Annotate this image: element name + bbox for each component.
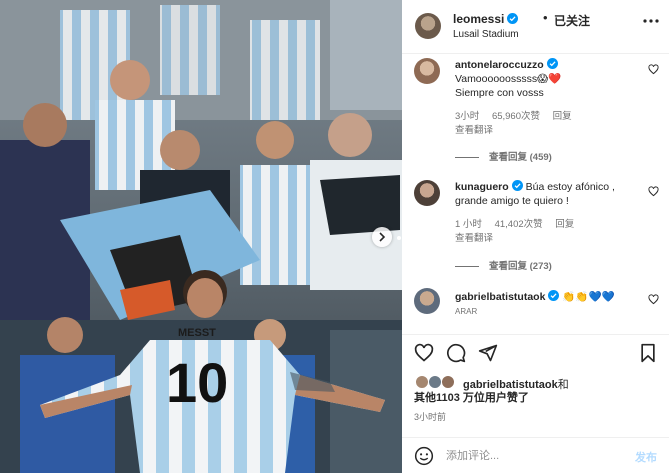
comment-line-1: Vamoooooosssss😱❤️ [455, 73, 562, 85]
comment-text: gabrielbatistutaok 👏👏💙💙 [455, 290, 655, 304]
jersey-name: MESST [178, 327, 216, 339]
comment-meta: 1 小时 41,402次赞 回复 [455, 216, 584, 230]
share-icon[interactable] [478, 343, 498, 363]
comment-username[interactable]: antonelaroccuzzo [455, 59, 544, 71]
emoji-icon[interactable] [414, 446, 434, 466]
comment-likes[interactable]: 65,960次赞 [492, 111, 540, 122]
commenter-avatar[interactable] [414, 288, 440, 314]
comment-line-1: 👏👏💙💙 [562, 291, 615, 303]
heart-icon[interactable] [648, 294, 659, 305]
verified-icon [548, 290, 560, 301]
commenter-avatar[interactable] [414, 180, 440, 206]
comment-line-1: Búa estoy afónico , [525, 181, 615, 193]
view-replies-button[interactable]: 查看回复 (459) [455, 149, 552, 163]
heart-icon[interactable] [648, 64, 659, 75]
stadium-celebration-image: MESST 10 [0, 0, 402, 473]
jersey-number: 10 [166, 351, 228, 414]
following-button[interactable]: 已关注 [554, 12, 590, 29]
comments-list: antonelaroccuzzo Vamoooooosssss😱❤️ Siemp… [402, 54, 669, 327]
heart-icon[interactable] [648, 186, 659, 197]
more-icon[interactable] [643, 18, 659, 24]
comment-likes[interactable]: 41,402次赞 [495, 219, 543, 230]
next-arrow-icon [379, 232, 386, 242]
carousel-dot [397, 236, 401, 240]
comment-time: 3小时 [455, 111, 480, 122]
bookmark-icon[interactable] [638, 343, 658, 363]
comment-input[interactable] [446, 447, 616, 465]
comment-sub: ARAR [455, 307, 478, 316]
view-replies-button[interactable]: 查看回复 (273) [455, 258, 552, 272]
post-header: leomessi • 已关注 Lusail Stadium [402, 0, 669, 54]
post-side-panel: leomessi • 已关注 Lusail Stadium antonelaro… [402, 0, 669, 473]
comment-username[interactable]: gabrielbatistutaok [455, 291, 545, 303]
instagram-post: MESST 10 leomessi • 已关注 Lusail Stadium a… [0, 0, 669, 473]
comment-icon[interactable] [446, 343, 466, 363]
reply-button[interactable]: 回复 [553, 111, 572, 122]
author-avatar[interactable] [415, 13, 441, 39]
post-actions [402, 334, 669, 370]
verified-icon [546, 58, 558, 69]
comment-meta: 3小时 65,960次赞 回复 [455, 108, 582, 122]
comment-text: kunaguero Búa estoy afónico , grande ami… [455, 180, 645, 208]
author-username-text[interactable]: leomessi [453, 12, 504, 26]
likes-count[interactable]: 其他1103 万位用户赞了 [414, 389, 529, 405]
add-comment-bar: 发布 [402, 437, 669, 473]
translate-button[interactable]: 查看翻译 [455, 230, 493, 244]
liker-avatar[interactable] [441, 375, 455, 389]
like-heart-icon[interactable] [414, 343, 434, 363]
view-replies-label[interactable]: 查看回复 (459) [489, 152, 552, 163]
author-username[interactable]: leomessi [453, 12, 519, 26]
post-time: 3小时前 [414, 412, 447, 422]
view-replies-label[interactable]: 查看回复 (273) [489, 261, 552, 272]
replies-line [455, 265, 479, 267]
comment-text: antonelaroccuzzo Vamoooooosssss😱❤️ Siemp… [455, 58, 645, 100]
commenter-avatar[interactable] [414, 58, 440, 84]
liker-avatar[interactable] [428, 375, 442, 389]
header-separator: • [543, 10, 548, 25]
verified-icon [507, 13, 519, 24]
translate-button[interactable]: 查看翻译 [455, 122, 493, 136]
liker-avatar[interactable] [415, 375, 429, 389]
post-location[interactable]: Lusail Stadium [453, 29, 519, 40]
likes-summary: gabrielbatistutaok和 其他1103 万位用户赞了 [402, 373, 669, 411]
comment-line-2: grande amigo te quiero ! [455, 195, 569, 207]
replies-line [455, 156, 479, 158]
comment-time: 1 小时 [455, 219, 482, 230]
next-photo-button[interactable] [372, 227, 392, 247]
post-photo[interactable]: MESST 10 [0, 0, 402, 473]
verified-icon [511, 180, 523, 191]
reply-button[interactable]: 回复 [555, 219, 574, 230]
comment-line-2: Siempre con vosss [455, 87, 544, 99]
comment-username[interactable]: kunaguero [455, 181, 509, 193]
liked-by-suffix: 和 [557, 379, 569, 391]
post-comment-button[interactable]: 发布 [635, 449, 657, 465]
